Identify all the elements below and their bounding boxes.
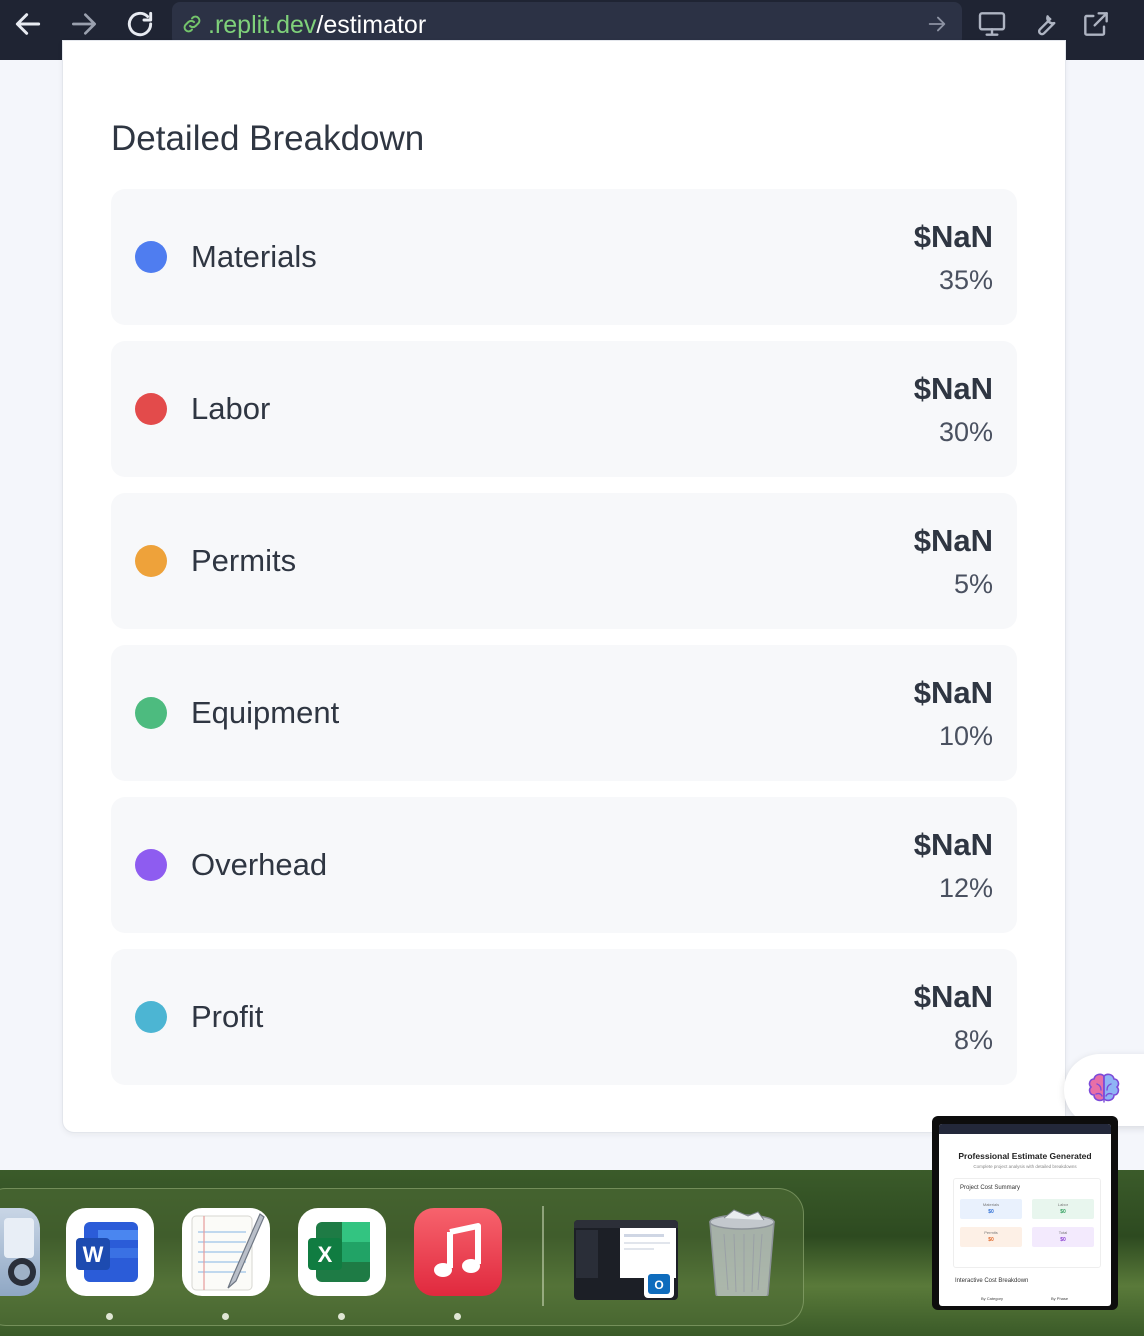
svg-text:O: O [654,1278,663,1292]
row-label: Equipment [191,695,340,730]
row-percent: 12% [938,873,993,903]
thumbnail-tab-category: By Category [981,1296,1004,1301]
thumbnail-toolbar [939,1124,1111,1134]
row-amount: $NaN [913,523,993,558]
row-label: Profit [191,999,264,1034]
row-label: Materials [191,239,317,274]
running-indicator [454,1313,461,1320]
cell-label: Labor [1057,1202,1069,1207]
breakdown-row-profit: Profit $NaN 8% [111,949,1017,1085]
labor-color-dot [135,393,167,425]
cell-label: Permits [984,1230,998,1235]
cell-value: $0 [988,1237,994,1243]
trash-icon[interactable] [700,1208,784,1296]
external-link-icon[interactable] [1080,8,1112,40]
svg-text:X: X [318,1242,333,1267]
row-amount: $NaN [913,219,993,254]
cell-value: $0 [988,1209,994,1215]
thumbnail-cell-total: Total $0 [1032,1227,1094,1247]
forward-arrow-icon[interactable] [66,8,102,40]
row-amount: $NaN [913,827,993,862]
brain-icon [1088,1073,1120,1103]
row-percent: 30% [938,417,993,447]
thumbnail-cell-materials: Materials $0 [960,1199,1022,1219]
row-percent: 8% [953,1025,993,1055]
row-amount: $NaN [913,675,993,710]
breakdown-title: Detailed Breakdown [111,119,425,158]
word-app-icon[interactable]: W [66,1208,154,1296]
breakdown-card: Detailed Breakdown Materials $NaN 35% La… [62,40,1066,1133]
url-domain: .replit.dev [208,11,317,39]
svg-text:W: W [83,1242,104,1267]
thumbnail-cell-permits: Permits $0 [960,1227,1022,1247]
profit-color-dot [135,1001,167,1033]
monitor-icon[interactable] [976,8,1008,40]
thumbnail-cell-labor: Labor $0 [1032,1199,1094,1219]
row-percent: 10% [938,721,993,751]
thumbnail-tab-phase: By Phase [1051,1296,1069,1301]
breakdown-row-materials: Materials $NaN 35% [111,189,1017,325]
thumbnail-page: Professional Estimate Generated Complete… [939,1124,1111,1306]
breakdown-row-overhead: Overhead $NaN 12% [111,797,1017,933]
url-text: .replit.dev/estimator [208,11,426,40]
row-amount: $NaN [913,979,993,1014]
preview-app-icon[interactable] [0,1208,40,1296]
running-indicator [222,1313,229,1320]
back-arrow-icon[interactable] [10,8,46,40]
textedit-app-icon[interactable] [182,1208,270,1296]
running-indicator [338,1313,345,1320]
materials-color-dot [135,241,167,273]
breakdown-row-permits: Permits $NaN 5% [111,493,1017,629]
cell-value: $0 [1060,1209,1066,1215]
thumbnail-summary-card: Project Cost Summary Materials $0 Labor … [953,1178,1101,1268]
breakdown-row-labor: Labor $NaN 30% [111,341,1017,477]
excel-app-icon[interactable]: X [298,1208,386,1296]
cell-label: Materials [982,1202,1000,1207]
row-percent: 35% [938,265,993,295]
breakdown-row-equipment: Equipment $NaN 10% [111,645,1017,781]
cell-label: Total [1058,1230,1068,1235]
wrench-icon[interactable] [1028,8,1060,40]
window-preview-thumbnail[interactable]: Professional Estimate Generated Complete… [932,1116,1118,1310]
overhead-color-dot [135,849,167,881]
row-percent: 5% [953,569,993,599]
cell-value: $0 [1060,1237,1066,1243]
row-label: Overhead [191,847,328,882]
running-indicator [106,1313,113,1320]
thumbnail-title: Professional Estimate Generated [958,1151,1092,1161]
link-icon [180,12,204,36]
reload-icon[interactable] [122,8,158,40]
permits-color-dot [135,545,167,577]
row-label: Labor [191,391,271,426]
url-path: /estimator [316,11,427,39]
thumbnail-summary-title: Project Cost Summary [960,1185,1021,1191]
thumbnail-interactive-title: Interactive Cost Breakdown [955,1278,1029,1284]
thumbnail-subtitle: Complete project analysis with detailed … [973,1164,1077,1169]
outlook-window-thumbnail[interactable]: O [574,1220,678,1300]
row-label: Permits [191,543,297,578]
dock-divider [542,1206,544,1306]
music-app-icon[interactable] [414,1208,502,1296]
equipment-color-dot [135,697,167,729]
row-amount: $NaN [913,371,993,406]
go-arrow-icon[interactable] [926,13,948,35]
